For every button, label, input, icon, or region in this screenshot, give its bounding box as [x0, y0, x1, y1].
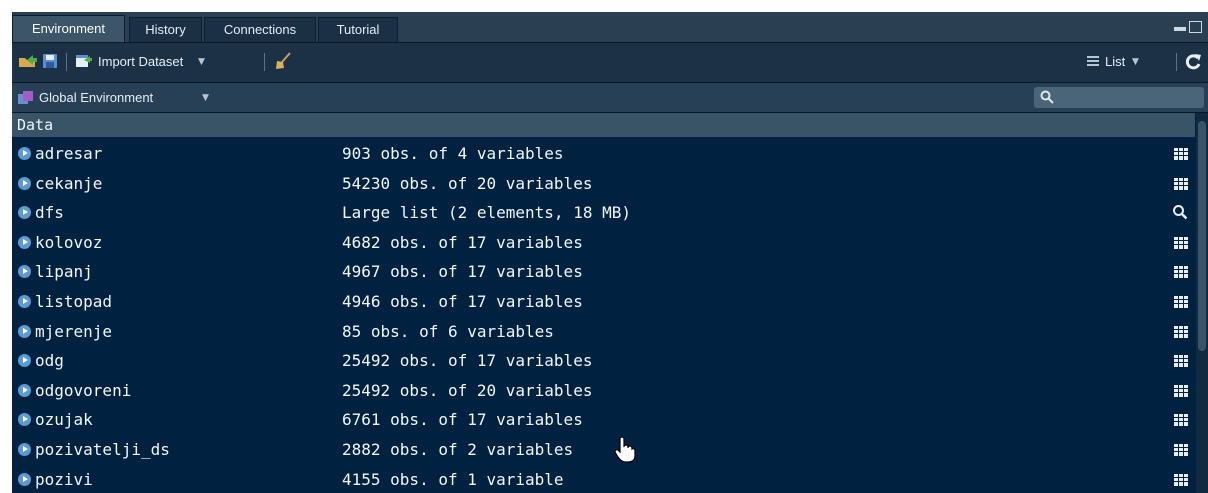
table-icon[interactable]: [1174, 266, 1188, 279]
toolbar-separator: [1176, 53, 1177, 71]
variable-description: 4967 obs. of 17 variables: [342, 262, 583, 282]
variable-name: pozivatelji_ds: [35, 439, 170, 459]
list-item[interactable]: adresar 903 obs. of 4 variables: [12, 139, 1195, 169]
table-icon[interactable]: [1174, 148, 1188, 160]
variable-list: adresar 903 obs. of 4 variables cekanje …: [12, 139, 1195, 493]
table-icon[interactable]: [1174, 384, 1188, 397]
expand-arrow-icon[interactable]: [18, 442, 31, 456]
save-workspace-icon[interactable]: [42, 54, 58, 68]
environment-scope-label: Global Environment: [39, 90, 154, 105]
table-icon[interactable]: [1174, 236, 1188, 249]
import-dataset-icon: [76, 55, 92, 67]
expand-arrow-icon[interactable]: [18, 147, 31, 160]
variable-name: odgovoreni: [35, 380, 132, 400]
search-input[interactable]: [1034, 87, 1204, 108]
search-icon[interactable]: [1172, 204, 1188, 220]
expand-arrow-icon[interactable]: [18, 413, 31, 427]
view-mode-dropdown[interactable]: List ▼: [1087, 43, 1167, 82]
import-dataset-button[interactable]: Import Dataset ▼: [74, 43, 259, 82]
table-icon[interactable]: [1174, 443, 1188, 456]
tab-connections[interactable]: Connections: [204, 17, 316, 42]
minimize-icon[interactable]: [1174, 27, 1186, 31]
list-item[interactable]: mjerenje 85 obs. of 6 variables: [12, 317, 1195, 347]
data-section-header[interactable]: Data: [12, 113, 1195, 137]
hand-cursor-icon: [614, 437, 636, 463]
list-item[interactable]: odg 25492 obs. of 17 variables: [12, 346, 1195, 376]
expand-arrow-icon[interactable]: [18, 294, 31, 308]
variable-name: mjerenje: [35, 321, 113, 341]
toolbar-separator: [66, 53, 67, 71]
expand-arrow-icon[interactable]: [18, 176, 31, 190]
variable-name: ozujak: [35, 410, 93, 430]
list-item[interactable]: ozujak 6761 obs. of 17 variables: [12, 405, 1195, 435]
chevron-down-icon: ▼: [202, 93, 209, 103]
list-item[interactable]: kolovoz 4682 obs. of 17 variables: [12, 228, 1195, 258]
variable-name: dfs: [35, 203, 64, 223]
tab-environment[interactable]: Environment: [12, 15, 125, 42]
table-icon[interactable]: [1174, 177, 1188, 190]
variable-name: pozivi: [35, 469, 93, 489]
data-section-label: Data: [17, 116, 54, 134]
environment-icon: [18, 91, 33, 104]
variable-description: 4946 obs. of 17 variables: [342, 291, 583, 311]
list-item[interactable]: odgovoreni 25492 obs. of 20 variables: [12, 376, 1195, 406]
variable-name: cekanje: [35, 173, 103, 193]
table-icon[interactable]: [1174, 355, 1188, 368]
tab-bar: Environment History Connections Tutorial: [12, 12, 1208, 43]
chevron-down-icon: ▼: [198, 57, 205, 67]
broom-icon[interactable]: [274, 52, 292, 70]
environment-scope-bar: Global Environment ▼: [12, 83, 1208, 113]
maximize-icon[interactable]: [1189, 21, 1202, 33]
load-workspace-icon[interactable]: [18, 54, 38, 68]
variable-description: 4155 obs. of 1 variable: [342, 469, 564, 489]
variable-description: Large list (2 elements, 18 MB): [342, 203, 631, 223]
tab-tutorial[interactable]: Tutorial: [318, 17, 398, 42]
list-item[interactable]: pozivi 4155 obs. of 1 variable: [12, 465, 1195, 493]
environment-scope-dropdown[interactable]: Global Environment ▼: [18, 83, 209, 112]
list-item[interactable]: cekanje 54230 obs. of 20 variables: [12, 169, 1195, 199]
expand-arrow-icon[interactable]: [18, 383, 31, 397]
list-item[interactable]: dfs Large list (2 elements, 18 MB): [12, 198, 1195, 228]
environment-pane: Environment History Connections Tutorial…: [12, 12, 1208, 493]
expand-arrow-icon[interactable]: [18, 265, 31, 279]
search-icon: [1040, 90, 1054, 104]
variable-description: 4682 obs. of 17 variables: [342, 232, 583, 252]
variable-description: 25492 obs. of 20 variables: [342, 380, 593, 400]
table-icon[interactable]: [1174, 473, 1188, 486]
table-icon[interactable]: [1174, 414, 1188, 427]
list-item[interactable]: pozivatelji_ds 2882 obs. of 2 variables: [12, 435, 1195, 465]
variable-name: lipanj: [35, 262, 93, 282]
expand-arrow-icon[interactable]: [18, 354, 31, 368]
list-icon: [1087, 56, 1099, 66]
list-item[interactable]: lipanj 4967 obs. of 17 variables: [12, 257, 1195, 287]
list-item[interactable]: listopad 4946 obs. of 17 variables: [12, 287, 1195, 317]
variable-description: 903 obs. of 4 variables: [342, 144, 564, 163]
table-icon[interactable]: [1174, 295, 1188, 308]
vertical-scrollbar[interactable]: [1196, 113, 1208, 493]
variable-name: listopad: [35, 291, 113, 311]
expand-arrow-icon[interactable]: [18, 206, 31, 220]
variable-description: 2882 obs. of 2 variables: [342, 439, 574, 459]
refresh-icon[interactable]: [1184, 53, 1202, 71]
variable-name: kolovoz: [35, 232, 103, 252]
variable-description: 85 obs. of 6 variables: [342, 321, 554, 341]
expand-arrow-icon[interactable]: [18, 324, 31, 338]
scrollbar-thumb[interactable]: [1198, 121, 1206, 351]
variable-description: 6761 obs. of 17 variables: [342, 410, 583, 430]
expand-arrow-icon[interactable]: [18, 472, 31, 486]
expand-arrow-icon[interactable]: [18, 235, 31, 249]
variable-name: odg: [35, 351, 64, 371]
tab-history[interactable]: History: [129, 17, 202, 42]
environment-toolbar: Import Dataset ▼ List ▼: [12, 43, 1208, 83]
variable-description: 25492 obs. of 17 variables: [342, 351, 593, 371]
view-mode-label: List: [1105, 54, 1126, 69]
chevron-down-icon: ▼: [1132, 57, 1139, 67]
import-dataset-label: Import Dataset: [98, 54, 184, 69]
table-icon[interactable]: [1174, 325, 1188, 338]
variable-name: adresar: [35, 144, 103, 163]
toolbar-separator: [264, 53, 265, 71]
variable-description: 54230 obs. of 20 variables: [342, 173, 593, 193]
